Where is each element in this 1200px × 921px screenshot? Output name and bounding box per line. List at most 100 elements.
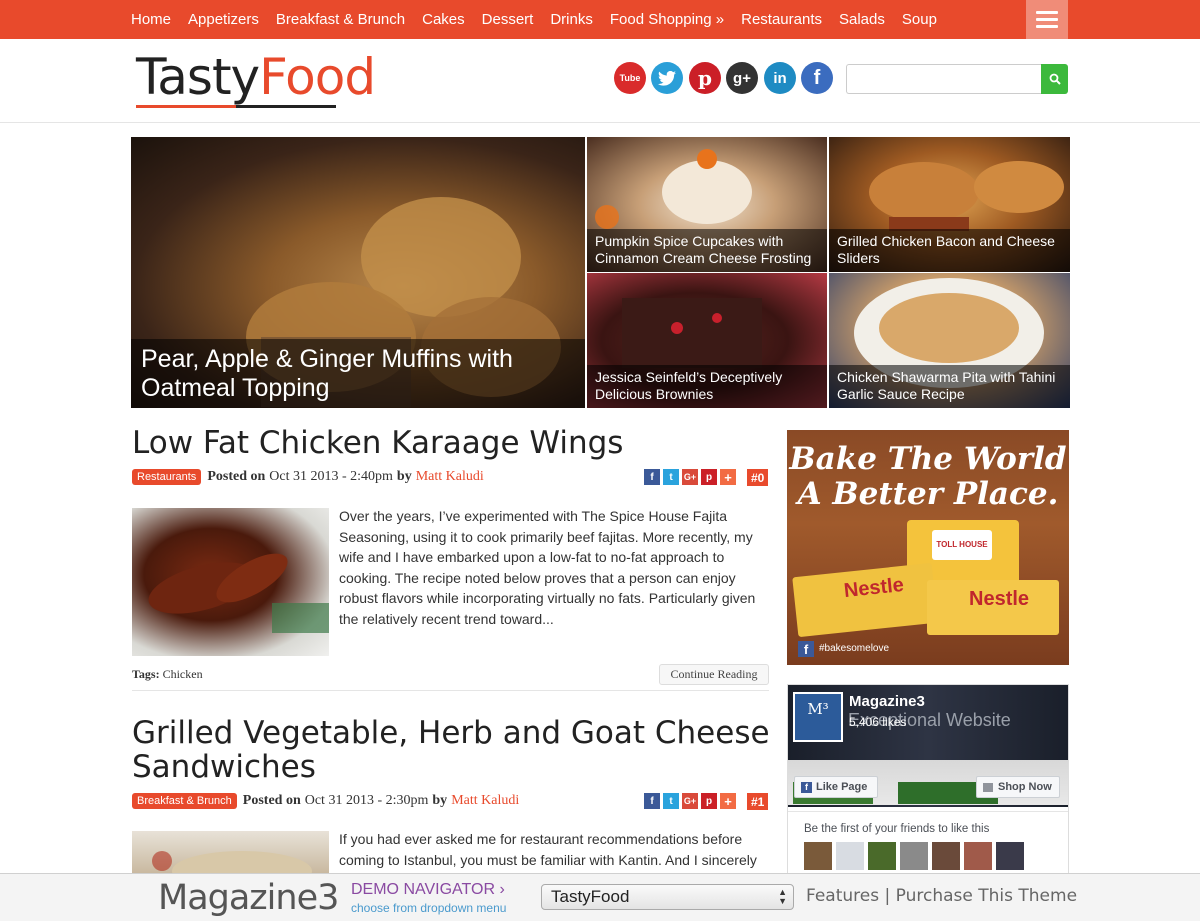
facebook-share-icon[interactable]: f <box>644 469 660 485</box>
tag-link[interactable]: Chicken <box>163 667 203 681</box>
fb-friends-section: Be the first of your friends to like thi… <box>788 811 1068 877</box>
post-meta: Breakfast & Brunch Posted on Oct 31 2013… <box>132 792 519 810</box>
nav-item-cakes[interactable]: Cakes <box>422 11 465 28</box>
site-header: TastyFood Tube p g+ in f <box>0 39 1200 123</box>
post-title[interactable]: Grilled Vegetable, Herb and Goat Cheese … <box>132 716 772 784</box>
featured-item-1[interactable]: Pumpkin Spice Cupcakes with Cinnamon Cre… <box>587 137 827 272</box>
pinterest-icon[interactable]: p <box>689 62 721 94</box>
demo-navigator-bar: Magazine3 DEMO NAVIGATOR › choose from d… <box>0 873 1200 921</box>
facebook-icon[interactable]: f <box>801 62 833 94</box>
select-arrows-icon: ▲ ▼ <box>778 887 787 906</box>
featured-item-1-caption: Pumpkin Spice Cupcakes with Cinnamon Cre… <box>587 229 827 272</box>
demo-navigator-title: DEMO NAVIGATOR › <box>351 881 505 898</box>
sandwich-image <box>152 851 312 873</box>
pinterest-share-icon[interactable]: p <box>701 793 717 809</box>
by-label: by <box>432 793 448 808</box>
googleplus-share-icon[interactable]: G+ <box>682 793 698 809</box>
post-meta: Restaurants Posted on Oct 31 2013 - 2:40… <box>132 468 484 486</box>
posted-on-label: Posted on <box>207 469 266 484</box>
search-icon <box>1049 73 1061 85</box>
featured-item-2-caption: Grilled Chicken Bacon and Cheese Sliders <box>829 229 1070 272</box>
post-author[interactable]: Matt Kaludi <box>451 793 519 809</box>
pinterest-share-icon[interactable]: p <box>701 469 717 485</box>
twitter-icon[interactable] <box>651 62 683 94</box>
search-button[interactable] <box>1041 64 1068 94</box>
hamburger-menu-icon[interactable] <box>1026 0 1068 39</box>
top-nav-items: Home Appetizers Breakfast & Brunch Cakes… <box>131 0 954 39</box>
twitter-share-icon[interactable]: t <box>663 469 679 485</box>
avatar[interactable] <box>804 842 832 870</box>
nav-item-food-shopping[interactable]: Food Shopping » <box>610 11 724 28</box>
post-excerpt: Over the years, I’ve experimented with T… <box>339 508 756 627</box>
twitter-share-icon[interactable]: t <box>663 793 679 809</box>
linkedin-icon[interactable]: in <box>764 62 796 94</box>
featured-item-4[interactable]: Chicken Shawarma Pita with Tahini Garlic… <box>829 273 1070 408</box>
chevron-right-icon: › <box>499 881 505 898</box>
features-link[interactable]: Features <box>806 886 879 906</box>
post-tags: Tags: Chicken <box>132 667 203 681</box>
theme-select[interactable]: TastyFood ▲ ▼ <box>541 884 794 910</box>
googleplus-share-icon[interactable]: G+ <box>682 469 698 485</box>
chicken-wings-image <box>148 553 329 633</box>
post-thumbnail[interactable] <box>132 508 329 656</box>
featured-item-3[interactable]: Jessica Seinfeld’s Deceptively Delicious… <box>587 273 827 408</box>
post-author[interactable]: Matt Kaludi <box>416 469 484 485</box>
share-buttons: f t G+ p + <box>644 793 736 809</box>
avatar[interactable] <box>836 842 864 870</box>
by-label: by <box>396 469 412 484</box>
more-share-icon[interactable]: + <box>720 469 736 485</box>
post-date: Oct 31 2013 - 2:40pm <box>269 469 393 484</box>
featured-main-caption: Pear, Apple & Ginger Muffins with Oatmea… <box>131 339 585 408</box>
demo-links: Features | Purchase This Theme <box>806 886 1077 906</box>
nav-item-drinks[interactable]: Drinks <box>550 11 593 28</box>
sidebar-ad[interactable]: Bake The World A Better Place. TOLL HOUS… <box>787 430 1069 665</box>
shopping-bag-icon <box>983 782 993 792</box>
demo-navigator-subtitle: choose from dropdown menu <box>351 901 507 915</box>
posted-on-label: Posted on <box>242 793 301 808</box>
post-thumbnail[interactable] <box>132 831 329 873</box>
purchase-theme-link[interactable]: Purchase This Theme <box>896 886 1077 906</box>
post-title[interactable]: Low Fat Chicken Karaage Wings <box>132 426 623 460</box>
continue-reading-button[interactable]: Continue Reading <box>659 664 769 685</box>
nav-item-appetizers[interactable]: Appetizers <box>188 11 259 28</box>
fb-shop-now-button[interactable]: Shop Now <box>976 776 1060 798</box>
post-divider <box>132 690 769 691</box>
facebook-share-icon[interactable]: f <box>644 793 660 809</box>
youtube-icon[interactable]: Tube <box>614 62 646 94</box>
fb-page-avatar[interactable]: M³ <box>793 692 843 742</box>
ad-bar-semisweet: Nestle <box>927 580 1059 635</box>
category-badge[interactable]: Breakfast & Brunch <box>132 793 237 809</box>
featured-main[interactable]: Pear, Apple & Ginger Muffins with Oatmea… <box>131 137 585 408</box>
avatar[interactable] <box>996 842 1024 870</box>
nav-item-breakfast-brunch[interactable]: Breakfast & Brunch <box>276 11 405 28</box>
nav-item-restaurants[interactable]: Restaurants <box>741 11 822 28</box>
more-share-icon[interactable]: + <box>720 793 736 809</box>
comment-count-badge[interactable]: #0 <box>747 469 769 486</box>
ad-bar-dark: Nestle <box>792 562 938 638</box>
demo-logo[interactable]: Magazine3 <box>158 878 339 918</box>
fb-likes-count: 5,406 likes <box>849 715 907 729</box>
share-buttons: f t G+ p + <box>644 469 736 485</box>
facebook-like-box: Exceptional Website M³ Magazine3 5,406 l… <box>787 684 1069 879</box>
fb-like-page-button[interactable]: f Like Page <box>794 776 878 798</box>
avatar[interactable] <box>964 842 992 870</box>
avatar[interactable] <box>932 842 960 870</box>
nav-item-salads[interactable]: Salads <box>839 11 885 28</box>
googleplus-icon[interactable]: g+ <box>726 62 758 94</box>
avatar[interactable] <box>868 842 896 870</box>
post-date: Oct 31 2013 - 2:30pm <box>304 793 429 808</box>
category-badge[interactable]: Restaurants <box>132 469 202 485</box>
search-input[interactable] <box>846 64 1041 94</box>
featured-item-2[interactable]: Grilled Chicken Bacon and Cheese Sliders <box>829 137 1070 272</box>
logo-underline-red <box>136 105 236 108</box>
fb-page-name[interactable]: Magazine3 <box>849 693 925 710</box>
nav-item-soup[interactable]: Soup <box>902 11 937 28</box>
ad-hashtag: #bakesomelove <box>819 643 890 654</box>
featured-item-4-caption: Chicken Shawarma Pita with Tahini Garlic… <box>829 365 1070 408</box>
comment-count-badge[interactable]: #1 <box>747 793 769 810</box>
avatar[interactable] <box>900 842 928 870</box>
nav-item-home[interactable]: Home <box>131 11 171 28</box>
post-excerpt: If you had ever asked me for restaurant … <box>339 831 757 868</box>
site-logo[interactable]: TastyFood <box>136 47 376 107</box>
nav-item-dessert[interactable]: Dessert <box>482 11 534 28</box>
